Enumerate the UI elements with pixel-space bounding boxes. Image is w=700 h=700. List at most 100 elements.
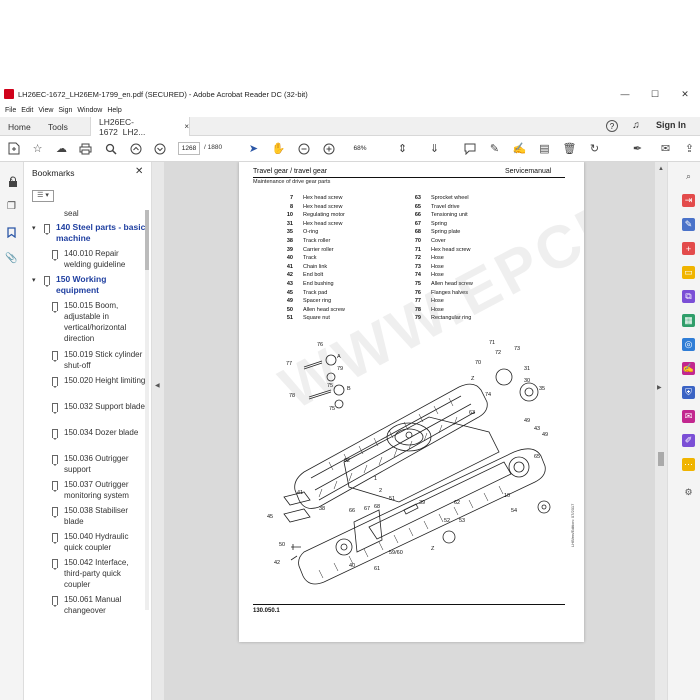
maximize-button[interactable]: ☐ [640, 85, 670, 103]
part-name: Track roller [303, 237, 331, 244]
stamp-icon[interactable]: ▤ [537, 141, 552, 156]
protect-icon[interactable]: ⛨ [682, 386, 695, 399]
part-name: Hose [431, 255, 444, 262]
comment-icon[interactable] [462, 141, 477, 156]
part-row: 71 Hex head screw [407, 246, 473, 255]
fill-sign-icon[interactable]: ✒ [630, 141, 645, 156]
bookmarks-icon[interactable] [5, 226, 18, 239]
document-view[interactable]: Travel gear / travel gear Servicemanual … [164, 162, 655, 700]
part-number: 7 [289, 195, 293, 201]
page-thumbnails-icon[interactable]: ❐ [5, 200, 18, 213]
part-row: 35 O-ring [279, 228, 345, 237]
highlight-pen-icon[interactable]: ✎ [487, 141, 502, 156]
part-number: 35 [286, 229, 293, 236]
menu-edit[interactable]: Edit [21, 107, 33, 114]
bookmark-flag-icon [52, 481, 58, 492]
page-down-icon[interactable] [152, 141, 167, 156]
part-name: Spacer ring [303, 298, 332, 305]
attachments-icon[interactable]: 📎 [5, 252, 18, 265]
menu-view[interactable]: View [38, 107, 53, 114]
create-pdf-icon[interactable]: + [682, 242, 695, 255]
part-number: 43 [286, 280, 293, 287]
bookmarks-close-icon[interactable]: ✕ [135, 166, 143, 177]
menu-sign[interactable]: Sign [58, 107, 72, 114]
minimize-button[interactable]: — [610, 85, 640, 103]
lock-icon[interactable] [6, 175, 19, 188]
print-icon[interactable] [78, 141, 93, 156]
tab-tools[interactable]: Tools [48, 117, 68, 136]
bookmark-label: 150.061 Manual changeover [64, 595, 122, 615]
part-number: 71 [414, 246, 421, 253]
help-icon[interactable]: ? [606, 120, 618, 132]
part-name: Hex head screw [431, 246, 471, 253]
part-name: End bolt [303, 272, 324, 279]
collapse-right-arrow-icon[interactable]: ▶ [657, 384, 662, 391]
share-icon[interactable]: ⇪ [682, 141, 697, 156]
search-tools-icon[interactable]: ⌕ [682, 170, 695, 183]
part-name: Track [303, 255, 317, 262]
collapse-caret-icon[interactable]: ▾ [32, 224, 36, 232]
more-tools-icon[interactable]: ⋯ [682, 458, 695, 471]
tab-home[interactable]: Home [8, 117, 31, 136]
close-button[interactable]: ✕ [670, 85, 700, 103]
tools-settings-icon[interactable]: ⚙ [682, 486, 695, 499]
left-panel-splitter[interactable]: ◀ [152, 162, 164, 700]
callout-label: 2 [379, 488, 382, 494]
bookmarks-scrollbar[interactable] [145, 210, 149, 610]
bookmark-flag-icon [52, 507, 58, 518]
menu-help[interactable]: Help [107, 107, 121, 114]
part-row: 39 Carrier roller [279, 246, 345, 255]
combine-files-icon[interactable]: ⧉ [682, 290, 695, 303]
zoom-out-icon[interactable] [296, 141, 311, 156]
scroll-mode-icon[interactable]: ⇓ [427, 141, 442, 156]
bookmark-flag-icon [52, 250, 58, 261]
bookmark-options-button[interactable]: ☰ ▾ [32, 190, 54, 202]
part-number: 10 [286, 212, 293, 219]
main-toolbar: ☆ ☁ 1268 / 1880 ➤ ✋ 68% ⇕ ⇓ ✎ ✍ ▤ 🗑 ↻ ✒ … [0, 136, 700, 162]
window-titlebar: LH26EC-1672_LH26EM-1799_en.pdf (SECURED)… [0, 85, 700, 103]
upload-cloud-icon[interactable]: ☁ [54, 141, 69, 156]
page-up-icon[interactable] [128, 141, 143, 156]
organize-pages-icon[interactable]: ▦ [682, 314, 695, 327]
part-row: 45 Track pad [279, 289, 345, 298]
delete-icon[interactable]: 🗑 [562, 141, 577, 156]
fit-page-icon[interactable]: ⇕ [395, 141, 410, 156]
zoom-level-select[interactable]: 68% [345, 142, 375, 155]
tab-close-icon[interactable]: × [184, 122, 189, 131]
bookmark-label: 150.034 Dozer blade [64, 428, 139, 437]
menu-file[interactable]: File [5, 107, 16, 114]
notification-bell-icon[interactable]: ♫ [630, 120, 642, 132]
bookmark-star-icon[interactable]: ☆ [30, 141, 45, 156]
share-mail-icon[interactable]: ✉ [658, 141, 673, 156]
comment-tool-icon[interactable]: ▭ [682, 266, 695, 279]
sign-in-button[interactable]: Sign In [656, 120, 686, 130]
scrollbar-thumb[interactable] [658, 452, 664, 466]
bookmark-flag-icon [44, 224, 50, 235]
collapse-left-arrow-icon[interactable]: ◀ [155, 382, 160, 389]
footer-rule [253, 604, 565, 605]
document-scrollbar[interactable]: ▲ ▶ [655, 162, 667, 700]
scrollbar-thumb[interactable] [145, 210, 149, 270]
export-pdf-icon[interactable]: ⇥ [682, 194, 695, 207]
search-icon[interactable] [103, 141, 118, 156]
part-name: Allen head screw [303, 306, 345, 313]
rotate-icon[interactable]: ↻ [587, 141, 602, 156]
send-for-signature-icon[interactable]: ✉ [682, 410, 695, 423]
callout-label: 10 [504, 493, 510, 499]
prepare-form-icon[interactable]: ✐ [682, 434, 695, 447]
callout-label: 40 [349, 563, 355, 569]
scan-ocr-icon[interactable]: ◎ [682, 338, 695, 351]
draw-sign-icon[interactable]: ✍ [512, 141, 527, 156]
tab-document[interactable]: LH26EC-1672_LH2... × [90, 117, 190, 137]
create-file-icon[interactable] [6, 141, 21, 156]
edit-pdf-icon[interactable]: ✎ [682, 218, 695, 231]
part-number: 74 [414, 272, 421, 279]
page-number-input[interactable]: 1268 [178, 142, 200, 155]
fill-sign-tool-icon[interactable]: ✍ [682, 362, 695, 375]
menu-window[interactable]: Window [77, 107, 102, 114]
hand-tool-icon[interactable]: ✋ [271, 141, 286, 156]
select-cursor-icon[interactable]: ➤ [246, 141, 261, 156]
zoom-in-icon[interactable] [321, 141, 336, 156]
scroll-up-arrow-icon[interactable]: ▲ [658, 166, 664, 172]
collapse-caret-icon[interactable]: ▾ [32, 276, 36, 284]
